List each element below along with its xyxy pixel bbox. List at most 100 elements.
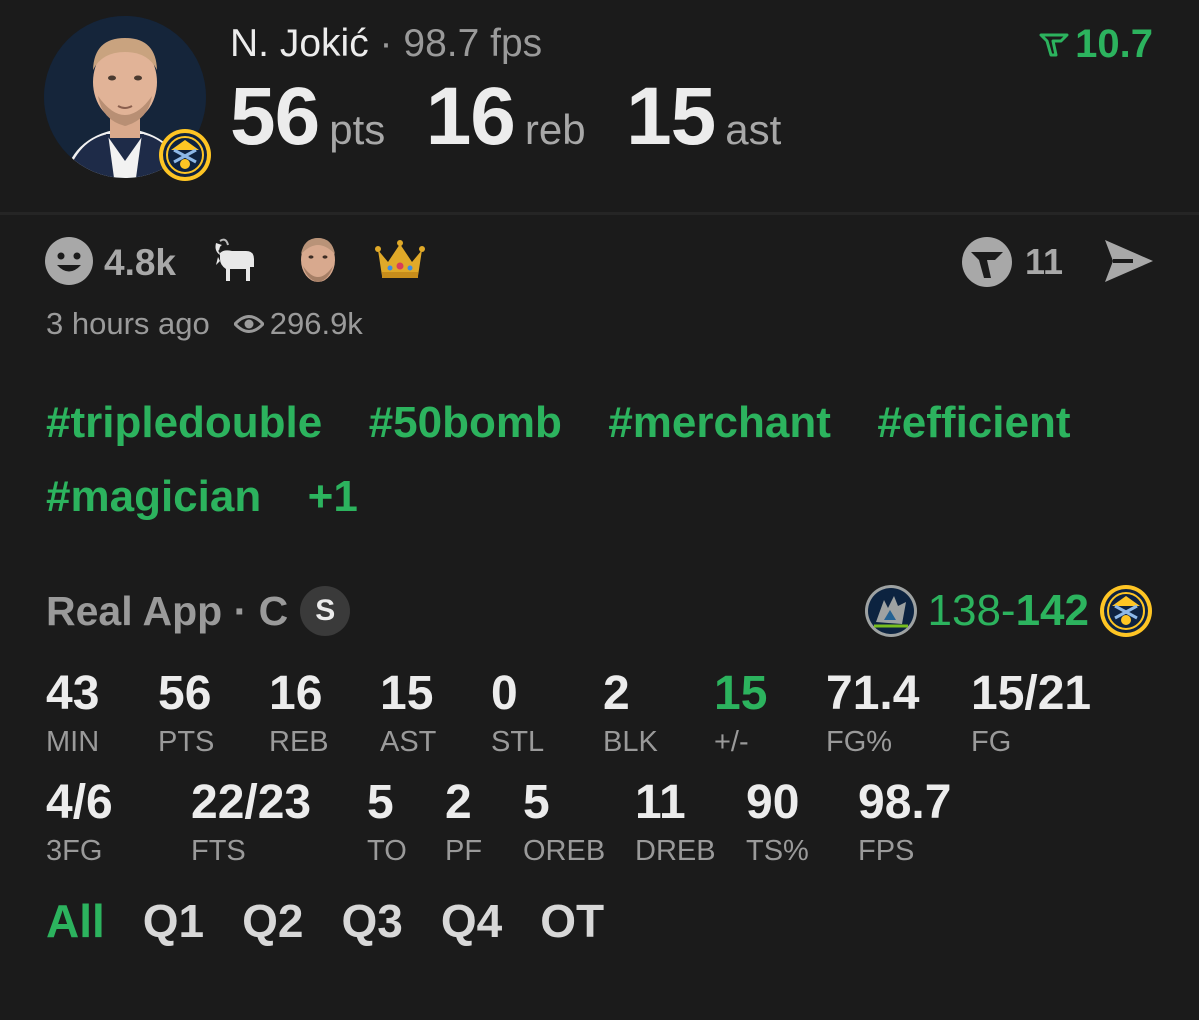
stat-value: 56 (158, 667, 212, 720)
player-name-line: N. Jokić · 98.7 fps (230, 22, 542, 66)
score-text: 138-142 (928, 586, 1090, 636)
nuggets-logo-icon (158, 128, 212, 182)
stat-label: FTS (191, 835, 246, 867)
tab-q1[interactable]: Q1 (143, 894, 204, 948)
tab-ot[interactable]: OT (540, 894, 604, 948)
stat-value: 15/21 (971, 667, 1092, 720)
timberwolves-logo-icon (864, 585, 917, 637)
stat-value: 71.4 (826, 667, 920, 720)
stat-value: 0 (491, 667, 518, 720)
tab-all[interactable]: All (46, 894, 105, 948)
hashtag[interactable]: #merchant (608, 398, 831, 448)
stat-value: 90 (746, 776, 800, 829)
stat-label: TO (367, 835, 407, 867)
send-icon[interactable] (1103, 238, 1155, 289)
stat-value: 98.7 (858, 776, 952, 829)
headline-stats: 56 pts 16 reb 15 ast (230, 70, 817, 164)
game-score[interactable]: 138-142 (864, 584, 1154, 638)
reaction-count[interactable]: 4.8k (104, 242, 176, 284)
stat-dreb: 11 DREB (635, 779, 716, 868)
crown-icon[interactable] (374, 238, 426, 289)
fantasy-points: 98.7 fps (403, 22, 543, 65)
stat-value: 2 (603, 667, 630, 720)
stat-label: FG% (826, 726, 893, 758)
quarter-tabs: All Q1 Q2 Q3 Q4 OT (46, 894, 642, 948)
stat-value: 43 (46, 667, 100, 720)
stat-fts: 22/23 FTS (191, 779, 311, 868)
hashtag[interactable]: #magician (46, 472, 261, 522)
rating-logo-icon (1039, 33, 1069, 56)
stat-fg-pct: 71.4 FG% (826, 670, 919, 759)
view-count-group: 296.9k (233, 306, 363, 342)
hashtag[interactable]: #50bomb (369, 398, 562, 448)
stat-label: DREB (635, 835, 716, 867)
stat-value: 16 (269, 667, 323, 720)
stat-label: REB (269, 726, 329, 758)
source-badge: S (300, 586, 351, 636)
stat-value: 4/6 (46, 776, 113, 829)
stat-3fg: 4/6 3FG (46, 779, 113, 868)
more-tags-button[interactable]: +1 (308, 472, 358, 522)
eye-icon (233, 315, 264, 333)
source-line: Real App · C S (46, 586, 351, 636)
stat-label: FG (971, 726, 1012, 758)
stat-oreb: 5 OREB (523, 779, 605, 868)
name-separator: · (379, 22, 393, 65)
stat-reb: 16 REB (269, 670, 329, 759)
stat-label: +/- (714, 726, 749, 758)
post-time: 3 hours ago (46, 306, 210, 341)
tab-q3[interactable]: Q3 (342, 894, 403, 948)
stat-label: TS% (746, 835, 809, 867)
player-name[interactable]: N. Jokić (230, 22, 369, 65)
stat-label: STL (491, 726, 545, 758)
view-count: 296.9k (269, 306, 363, 341)
stat-value: 11 (635, 776, 686, 829)
stat-label: AST (380, 726, 437, 758)
stat-pts: 56 PTS (158, 670, 214, 759)
tab-q2[interactable]: Q2 (242, 894, 303, 948)
comments-button[interactable]: 11 (961, 236, 1063, 288)
smiley-icon[interactable] (44, 236, 94, 291)
stat-to: 5 TO (367, 779, 407, 868)
player-face-icon[interactable] (296, 236, 340, 291)
stat-label: MIN (46, 726, 100, 758)
stat-label: PTS (158, 726, 215, 758)
stat-stl: 0 STL (491, 670, 544, 759)
points-unit: pts (329, 106, 386, 153)
hashtag-list: #tripledouble #50bomb #merchant #efficie… (46, 398, 1166, 546)
comment-brand-icon (961, 237, 1012, 287)
post-meta: 3 hours ago 296.9k (46, 306, 363, 342)
tab-q4[interactable]: Q4 (441, 894, 502, 948)
goat-icon[interactable] (210, 235, 262, 292)
hashtag[interactable]: #efficient (877, 398, 1070, 448)
score-right: 142 (1015, 586, 1089, 635)
stat-blk: 2 BLK (603, 670, 658, 759)
stat-pf: 2 PF (445, 779, 482, 868)
stat-value: 22/23 (191, 776, 312, 829)
stat-label: FPS (858, 835, 915, 867)
rebounds-value: 16 (425, 71, 516, 162)
stat-ts-pct: 90 TS% (746, 779, 809, 868)
header-divider (0, 212, 1199, 215)
stat-value: 5 (367, 776, 394, 829)
stat-fps: 98.7 FPS (858, 779, 951, 868)
stat-label: PF (445, 835, 483, 867)
stat-ast: 15 AST (380, 670, 436, 759)
stat-label: OREB (523, 835, 606, 867)
stat-value: 15 (380, 667, 434, 720)
assists-value: 15 (626, 71, 716, 162)
hashtag[interactable]: #tripledouble (46, 398, 322, 448)
stat-plus-minus: 15 +/- (714, 670, 767, 759)
stat-min: 43 MIN (46, 670, 99, 759)
reactions-row: 4.8k (44, 234, 460, 292)
rating-value: 10.7 (1075, 22, 1153, 66)
stat-label: BLK (603, 726, 658, 758)
nuggets-logo-icon (1100, 585, 1152, 637)
stat-value: 5 (523, 776, 550, 829)
stat-label: 3FG (46, 835, 103, 867)
rating[interactable]: 10.7 (1039, 22, 1153, 67)
rebounds-unit: reb (524, 106, 586, 153)
comment-count: 11 (1024, 241, 1063, 282)
score-dash: - (1000, 586, 1016, 635)
source-label: Real App · C (46, 587, 289, 634)
